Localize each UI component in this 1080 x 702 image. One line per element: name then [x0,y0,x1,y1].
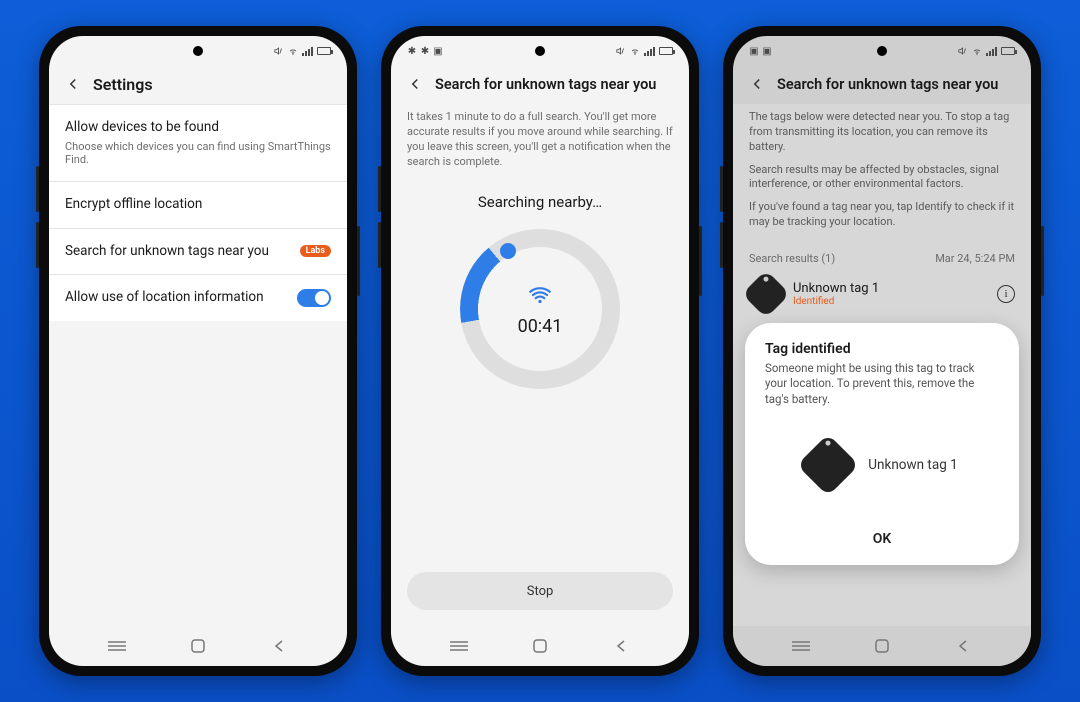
power-button[interactable] [1041,226,1044,296]
desc-para-2: Search results may be affected by obstac… [749,163,1015,193]
dialog-tag-name: Unknown tag 1 [868,457,957,473]
front-camera [193,46,203,56]
row-title: Allow devices to be found [65,119,331,137]
result-name: Unknown tag 1 [793,281,987,296]
notification-icon: ▣ [762,46,772,56]
dialog-tag-item: Unknown tag 1 [765,443,999,487]
home-button[interactable] [525,638,555,654]
tag-thumbnail-icon [742,270,790,318]
recents-button[interactable] [444,638,474,654]
row-subtitle: Choose which devices you can find using … [65,140,331,168]
result-row[interactable]: Unknown tag 1 Identified i [733,271,1031,317]
results-timestamp: Mar 24, 5:24 PM [935,252,1015,265]
notification-icon: ✱ [407,46,417,56]
result-status: Identified [793,296,987,307]
battery-icon [317,47,331,55]
mute-icon [958,46,968,56]
search-progress-area: Searching nearby… 00:41 [391,179,689,556]
desc-para-1: The tags below were detected near you. T… [749,110,1015,155]
dialog-title: Tag identified [765,341,999,357]
row-encrypt-offline-location[interactable]: Encrypt offline location [49,182,347,229]
wifi-icon [630,46,640,56]
labs-badge: Labs [300,245,331,257]
stop-label: Stop [527,584,554,599]
row-title: Allow use of location information [65,289,287,307]
desc-para-3: If you've found a tag near you, tap Iden… [749,200,1015,230]
volume-down-button[interactable] [378,222,381,268]
wifi-icon [972,46,982,56]
recents-button[interactable] [102,638,132,654]
stop-button[interactable]: Stop [407,572,673,610]
row-allow-location-info[interactable]: Allow use of location information [49,275,347,321]
volume-up-button[interactable] [720,166,723,212]
signal-icon [302,47,313,56]
battery-icon [1001,47,1015,55]
notification-icon: ▣ [433,46,443,56]
battery-icon [659,47,673,55]
dialog-ok-button[interactable]: OK [765,517,999,555]
signal-icon [644,47,655,56]
page-title: Search for unknown tags near you [435,76,656,93]
location-toggle[interactable] [297,289,331,307]
system-nav-bar [49,626,347,666]
back-nav-button[interactable] [264,638,294,654]
volume-up-button[interactable] [36,166,39,212]
recents-button[interactable] [786,638,816,654]
phone-search-progress: ✱ ✱ ▣ Search for unknown tags near you [381,26,699,676]
timer-value: 00:41 [518,316,563,337]
power-button[interactable] [357,226,360,296]
page-title: Settings [93,75,153,94]
row-title: Encrypt offline location [65,196,331,214]
results-count: Search results (1) [749,252,835,265]
system-nav-bar [733,626,1031,666]
page-title: Search for unknown tags near you [777,76,998,93]
phone-search-results: ▣ ▣ Search for unknown tags near you [723,26,1041,676]
radar-icon [527,282,553,312]
mute-icon [616,46,626,56]
results-header: Search results (1) Mar 24, 5:24 PM [733,246,1031,271]
row-search-unknown-tags[interactable]: Search for unknown tags near you Labs [49,229,347,276]
searching-label: Searching nearby… [478,193,602,211]
row-title: Search for unknown tags near you [65,243,290,261]
volume-up-button[interactable] [378,166,381,212]
mute-icon [274,46,284,56]
back-button[interactable] [63,74,83,94]
volume-down-button[interactable] [36,222,39,268]
notification-icon: ✱ [420,46,430,56]
front-camera [535,46,545,56]
back-button[interactable] [747,74,767,94]
phone-settings: Settings Allow devices to be found Choos… [39,26,357,676]
results-description: The tags below were detected near you. T… [733,104,1031,246]
wifi-icon [288,46,298,56]
info-icon[interactable]: i [997,285,1015,303]
system-nav-bar [391,626,689,666]
dialog-body: Someone might be using this tag to track… [765,361,999,408]
tag-identified-dialog: Tag identified Someone might be using th… [745,323,1019,566]
volume-down-button[interactable] [720,222,723,268]
ok-label: OK [873,531,892,547]
back-button[interactable] [405,74,425,94]
notification-icon: ▣ [749,46,759,56]
home-button[interactable] [183,638,213,654]
tag-thumbnail-icon [797,434,859,496]
front-camera [877,46,887,56]
row-allow-devices-found[interactable]: Allow devices to be found Choose which d… [49,105,347,182]
home-button[interactable] [867,638,897,654]
progress-ring: 00:41 [460,229,620,389]
power-button[interactable] [699,226,702,296]
signal-icon [986,47,997,56]
settings-list: Allow devices to be found Choose which d… [49,104,347,321]
back-nav-button[interactable] [948,638,978,654]
back-nav-button[interactable] [606,638,636,654]
search-description: It takes 1 minute to do a full search. Y… [391,104,689,179]
